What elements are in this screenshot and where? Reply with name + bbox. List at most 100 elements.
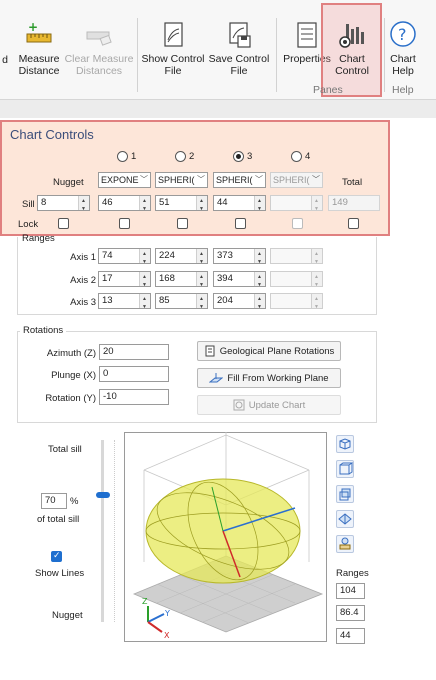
lock-nugget-checkbox[interactable] — [58, 218, 69, 229]
chart-control-button[interactable]: Chart Control — [327, 20, 377, 77]
lock-structure-4-checkbox[interactable] — [292, 218, 303, 229]
spinner-arrows-icon[interactable] — [196, 194, 207, 216]
clear-measure-button[interactable]: Clear Measure Distances — [64, 20, 134, 77]
view-cube-icon[interactable] — [336, 435, 354, 453]
spinner-arrows-icon[interactable] — [139, 292, 150, 314]
chart-help-button[interactable]: ? Chart Help — [386, 20, 420, 77]
rotation-field[interactable]: -10 — [99, 389, 169, 405]
axis-3-structure-3-spinner[interactable]: 204 — [213, 292, 266, 314]
view-front-icon[interactable] — [336, 485, 354, 503]
sill-structure-1-spinner[interactable]: 46 — [98, 194, 151, 216]
fill-from-working-plane-button[interactable]: Fill From Working Plane — [197, 368, 341, 388]
radio-structure-1[interactable] — [117, 151, 128, 162]
spinner-arrows-icon[interactable] — [311, 292, 322, 314]
show-lines-checkbox[interactable] — [51, 550, 62, 562]
lock-structure-1-checkbox[interactable] — [119, 218, 130, 229]
spinner-arrows-icon[interactable] — [311, 247, 322, 269]
spinner-arrows-icon[interactable] — [254, 270, 265, 292]
nugget-view-label: Nugget — [52, 610, 83, 621]
ribbon-partial-button[interactable]: d — [0, 54, 10, 66]
spinner-arrows-icon[interactable] — [311, 194, 322, 216]
axis-3-structure-2-spinner[interactable]: 85 — [155, 292, 208, 314]
save-control-file-button[interactable]: Save Control File — [206, 20, 272, 77]
sill-slider-track[interactable] — [101, 440, 104, 622]
axis-1-structure-3-spinner[interactable]: 373 — [213, 247, 266, 269]
spinner-arrows-icon[interactable] — [254, 292, 265, 314]
azimuth-field[interactable]: 20 — [99, 344, 169, 360]
total-sill-value: 149 — [332, 197, 348, 208]
gizmo-z-label: Z — [142, 597, 148, 606]
spinner-arrows-icon[interactable] — [139, 194, 150, 216]
sill-structure-2-spinner[interactable]: 51 — [155, 194, 208, 216]
structure-combo-1[interactable]: EXPONE ﹀ — [98, 172, 151, 188]
structure-combo-2-value: SPHERI( — [158, 175, 195, 185]
clear-measure-label: Clear Measure Distances — [64, 53, 134, 77]
update-chart-button[interactable]: Update Chart — [197, 395, 341, 415]
plunge-field[interactable]: 0 — [99, 366, 169, 382]
radio-label-2: 2 — [189, 151, 195, 162]
sill-row-label: Sill — [22, 199, 35, 210]
geological-plane-rotations-button[interactable]: Geological Plane Rotations — [197, 341, 341, 361]
spinner-arrows-icon[interactable] — [139, 270, 150, 292]
structure-combo-3[interactable]: SPHERI(﹀ — [213, 172, 266, 188]
spinner-arrows-icon[interactable] — [311, 270, 322, 292]
axis-2-structure-4-spinner[interactable] — [270, 270, 323, 292]
structure-combo-4-value: SPHERI( — [273, 175, 310, 185]
sill-structure-4-spinner[interactable] — [270, 194, 323, 216]
spinner-arrows-icon[interactable] — [254, 194, 265, 216]
ranges-view-label: Ranges — [336, 568, 369, 579]
axis-2-structure-3-spinner[interactable]: 394 — [213, 270, 266, 292]
axis-2-structure-2-spinner[interactable]: 168 — [155, 270, 208, 292]
variogram-ellipsoid-chart[interactable]: Z Y X — [124, 432, 327, 642]
document-chart-icon — [164, 22, 183, 47]
total-sill-view-label: Total sill — [48, 444, 82, 455]
axis-1-structure-1-spinner[interactable]: 74 — [98, 247, 151, 269]
view-plane-icon[interactable] — [336, 510, 354, 528]
sill-structure-3-value: 44 — [217, 197, 228, 208]
axis-3-structure-4-spinner[interactable] — [270, 292, 323, 314]
of-total-sill-label: of total sill — [37, 514, 80, 525]
sill-structure-3-spinner[interactable]: 44 — [213, 194, 266, 216]
measure-distance-button[interactable]: + Measure Distance — [14, 20, 64, 77]
chevron-down-icon: ﹀ — [197, 175, 205, 184]
ruler-icon: + — [26, 20, 52, 43]
axis-2-structure-2-value: 168 — [159, 273, 175, 284]
spinner-arrows-icon[interactable] — [139, 247, 150, 269]
axis-1-structure-4-spinner[interactable] — [270, 247, 323, 269]
sill-nugget-spinner[interactable]: 8 — [37, 194, 90, 216]
structure-combo-4[interactable]: SPHERI(﹀ — [270, 172, 323, 188]
radio-structure-2[interactable] — [175, 151, 186, 162]
radio-structure-4[interactable] — [291, 151, 302, 162]
spinner-arrows-icon[interactable] — [254, 247, 265, 269]
structure-combo-1-value: EXPONE — [101, 175, 139, 185]
range-value-2-field: 86.4 — [336, 605, 365, 621]
axis-3-structure-1-spinner[interactable]: 13 — [98, 292, 151, 314]
spinner-arrows-icon[interactable] — [196, 247, 207, 269]
spinner-arrows-icon[interactable] — [78, 194, 89, 216]
sill-slider-thumb[interactable] — [96, 491, 110, 498]
show-control-file-button[interactable]: Show Control File — [140, 20, 206, 77]
lock-total-checkbox[interactable] — [348, 218, 359, 229]
gizmo-x-label: X — [164, 631, 170, 640]
chart-help-label: Chart Help — [390, 53, 416, 77]
radio-structure-3[interactable] — [233, 151, 244, 162]
lock-structure-2-checkbox[interactable] — [177, 218, 188, 229]
structure-combo-2[interactable]: SPHERI(﹀ — [155, 172, 208, 188]
range-value-3-field: 44 — [336, 628, 365, 644]
lock-structure-3-checkbox[interactable] — [235, 218, 246, 229]
range-value-3: 44 — [340, 630, 351, 641]
spinner-arrows-icon[interactable] — [196, 270, 207, 292]
axis-2-structure-1-spinner[interactable]: 17 — [98, 270, 151, 292]
plunge-label: Plunge (X) — [51, 370, 96, 381]
axis-2-structure-1-value: 17 — [102, 273, 113, 284]
ribbon: d + Measure Distance Clear Measure Dista… — [0, 0, 436, 100]
axis-2-label: Axis 2 — [70, 275, 96, 286]
view-export-icon[interactable] — [336, 535, 354, 553]
chevron-down-icon: ﹀ — [312, 175, 320, 184]
view-side-icon[interactable] — [336, 460, 354, 478]
panes-group-label: Panes — [313, 84, 343, 96]
axis-1-structure-2-spinner[interactable]: 224 — [155, 247, 208, 269]
spinner-arrows-icon[interactable] — [196, 292, 207, 314]
percent-field[interactable]: 70 — [41, 493, 67, 509]
help-icon: ? — [390, 21, 416, 47]
